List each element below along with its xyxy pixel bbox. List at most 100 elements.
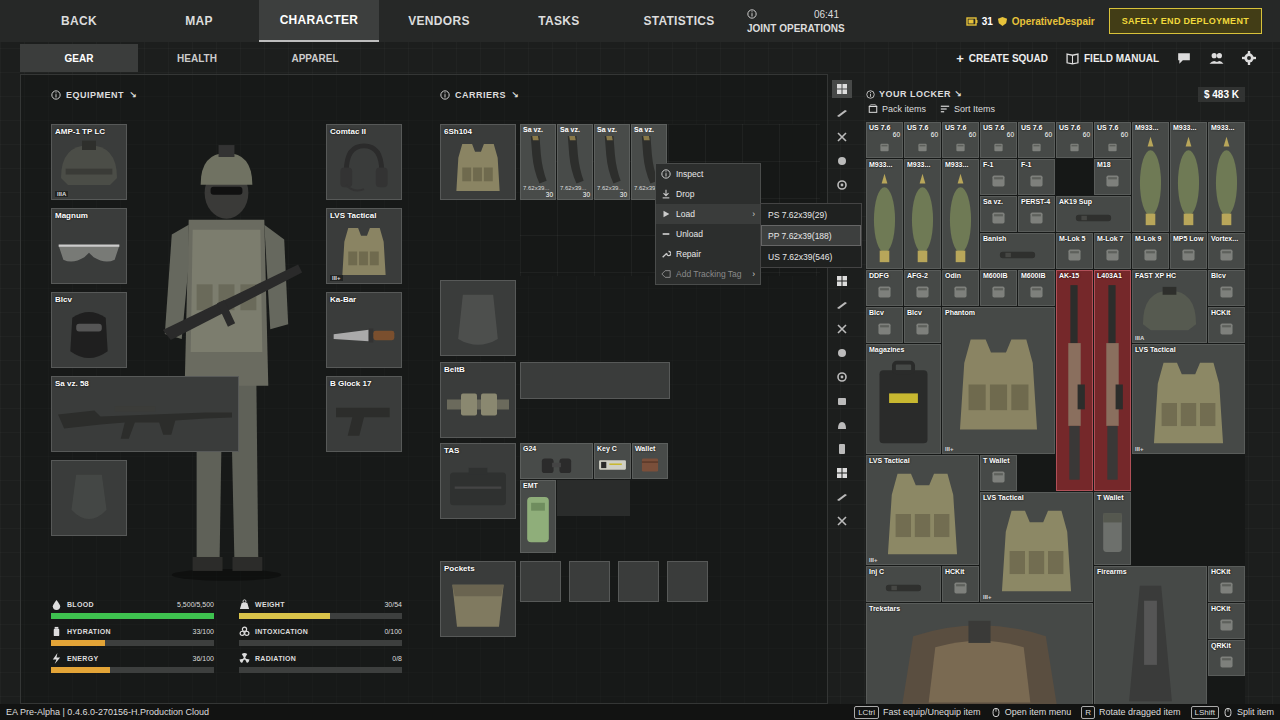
sub-tab[interactable]: HEALTH: [138, 44, 256, 72]
locker-item[interactable]: AK19 Sup: [1056, 196, 1131, 232]
locker-item[interactable]: DDFG: [866, 270, 903, 306]
locker-item[interactable]: Trekstars: [866, 603, 1093, 704]
equipment-slot[interactable]: Magnum: [51, 208, 127, 284]
menu-item[interactable]: Drop: [656, 184, 760, 204]
locker-item[interactable]: HCKit: [1208, 307, 1245, 343]
locker-item[interactable]: US 7.660: [980, 122, 1017, 158]
locker-item[interactable]: F-1: [1018, 159, 1055, 195]
filter-button[interactable]: [832, 128, 852, 146]
ammo-option[interactable]: US 7.62x39(546): [761, 246, 861, 267]
locker-item[interactable]: LVS TacticalIII+: [980, 492, 1093, 602]
locker-item[interactable]: M600IB: [1018, 270, 1055, 306]
nav-tab[interactable]: STATISTICS: [619, 0, 739, 42]
locker-item[interactable]: M933...: [1170, 122, 1207, 232]
pack-items-button[interactable]: Pack items: [868, 104, 926, 114]
locker-item[interactable]: Blcv: [904, 307, 941, 343]
corner-arrow-icon[interactable]: ↘: [511, 90, 519, 100]
locker-item[interactable]: M933...: [866, 159, 903, 269]
filter-button[interactable]: [832, 488, 852, 506]
tas-item[interactable]: Key C: [594, 443, 631, 479]
locker-item[interactable]: PERST-4: [1018, 196, 1055, 232]
nav-tab[interactable]: MAP: [139, 0, 259, 42]
locker-item[interactable]: PhantomIII+: [942, 307, 1055, 454]
magazine-item[interactable]: Sa vz.7.62x39...30: [557, 124, 593, 200]
locker-item[interactable]: Blcv: [866, 307, 903, 343]
locker-item[interactable]: T Wallet: [1094, 492, 1131, 565]
locker-item[interactable]: M933...: [1132, 122, 1169, 232]
end-deployment-button[interactable]: SAFELY END DEPLOYMENT: [1109, 8, 1262, 34]
locker-item[interactable]: M18: [1094, 159, 1131, 195]
locker-item[interactable]: Inj C: [866, 566, 941, 602]
locker-item[interactable]: Firearms: [1094, 566, 1207, 704]
locker-item[interactable]: US 7.660: [1056, 122, 1093, 158]
sub-tab[interactable]: GEAR: [20, 44, 138, 72]
locker-item[interactable]: Odin: [942, 270, 979, 306]
equipment-slot[interactable]: [51, 460, 127, 536]
locker-item[interactable]: Blcv: [1208, 270, 1245, 306]
sub-tab[interactable]: APPAREL: [256, 44, 374, 72]
field-manual-button[interactable]: FIELD MANUAL: [1066, 52, 1159, 65]
locker-item[interactable]: M933...: [904, 159, 941, 269]
create-squad-button[interactable]: +CREATE SQUAD: [956, 51, 1048, 66]
equipment-slot[interactable]: Blcv: [51, 292, 127, 368]
locker-item[interactable]: US 7.660: [1094, 122, 1131, 158]
chat-icon[interactable]: [1177, 51, 1191, 65]
locker-item[interactable]: L403A1: [1094, 270, 1131, 491]
locker-item[interactable]: M-Lok 7: [1094, 233, 1131, 269]
locker-item[interactable]: LVS TacticalIII+: [866, 455, 979, 565]
filter-button[interactable]: [832, 80, 852, 98]
filter-button[interactable]: [832, 176, 852, 194]
menu-item[interactable]: Load›: [656, 204, 760, 224]
equipment-slot[interactable]: AMP-1 TP LCIIIA: [51, 124, 127, 200]
locker-item[interactable]: M933...: [942, 159, 979, 269]
nav-tab[interactable]: CHARACTER: [259, 0, 379, 42]
equipment-slot[interactable]: Comtac II: [326, 124, 402, 200]
locker-item[interactable]: Vortex...: [1208, 233, 1245, 269]
locker-item[interactable]: F-1: [980, 159, 1017, 195]
filter-button[interactable]: [832, 320, 852, 338]
equipment-slot[interactable]: LVS TacticalIII+: [326, 208, 402, 284]
equipment-slot[interactable]: Sa vz. 58: [51, 376, 239, 452]
locker-item[interactable]: M-Lok 9: [1132, 233, 1169, 269]
settings-gear-icon[interactable]: [1242, 51, 1256, 65]
locker-item[interactable]: MP5 Low: [1170, 233, 1207, 269]
locker-item[interactable]: QRKit: [1208, 640, 1245, 676]
joint-operations[interactable]: 06:41JOINT OPERATIONS: [739, 0, 869, 42]
filter-button[interactable]: [832, 416, 852, 434]
tas-item[interactable]: G24: [520, 443, 593, 479]
nav-tab[interactable]: BACK: [19, 0, 139, 42]
tas-item[interactable]: EMT: [520, 480, 556, 553]
equipment-slot[interactable]: B Glock 17: [326, 376, 402, 452]
locker-item[interactable]: US 7.660: [866, 122, 903, 158]
tas-item[interactable]: Wallet: [632, 443, 668, 479]
pocket-slot[interactable]: [569, 561, 610, 602]
nav-tab[interactable]: TASKS: [499, 0, 619, 42]
locker-item[interactable]: M600IB: [980, 270, 1017, 306]
locker-item[interactable]: LVS TacticalIII+: [1132, 344, 1245, 454]
menu-item[interactable]: Repair: [656, 244, 760, 264]
filter-button[interactable]: [832, 152, 852, 170]
belt-slot[interactable]: BeltB: [440, 362, 516, 438]
locker-item[interactable]: US 7.660: [1018, 122, 1055, 158]
locker-item[interactable]: AFG-2: [904, 270, 941, 306]
pocket-slot[interactable]: [667, 561, 708, 602]
locker-item[interactable]: HCKit: [942, 566, 979, 602]
magazine-item[interactable]: Sa vz.7.62x39...30: [520, 124, 556, 200]
ammo-option[interactable]: PP 7.62x39(188): [761, 225, 861, 246]
filter-button[interactable]: [832, 440, 852, 458]
rig-slot[interactable]: 6Sh104: [440, 124, 516, 200]
locker-item[interactable]: M-Lok 5: [1056, 233, 1093, 269]
info-icon[interactable]: [440, 90, 450, 100]
filter-button[interactable]: [832, 392, 852, 410]
filter-button[interactable]: [832, 104, 852, 122]
locker-item[interactable]: T Wallet: [980, 455, 1017, 491]
corner-arrow-icon[interactable]: ↘: [129, 90, 137, 100]
corner-arrow-icon[interactable]: ↘: [954, 85, 962, 103]
menu-item[interactable]: Unload: [656, 224, 760, 244]
locker-item[interactable]: Magazines: [866, 344, 941, 454]
filter-button[interactable]: [832, 464, 852, 482]
filter-button[interactable]: [832, 296, 852, 314]
magazine-item[interactable]: Sa vz.7.62x39...30: [594, 124, 630, 200]
locker-item[interactable]: FAST XP HCIIIA: [1132, 270, 1207, 343]
equipment-slot[interactable]: Ka-Bar: [326, 292, 402, 368]
